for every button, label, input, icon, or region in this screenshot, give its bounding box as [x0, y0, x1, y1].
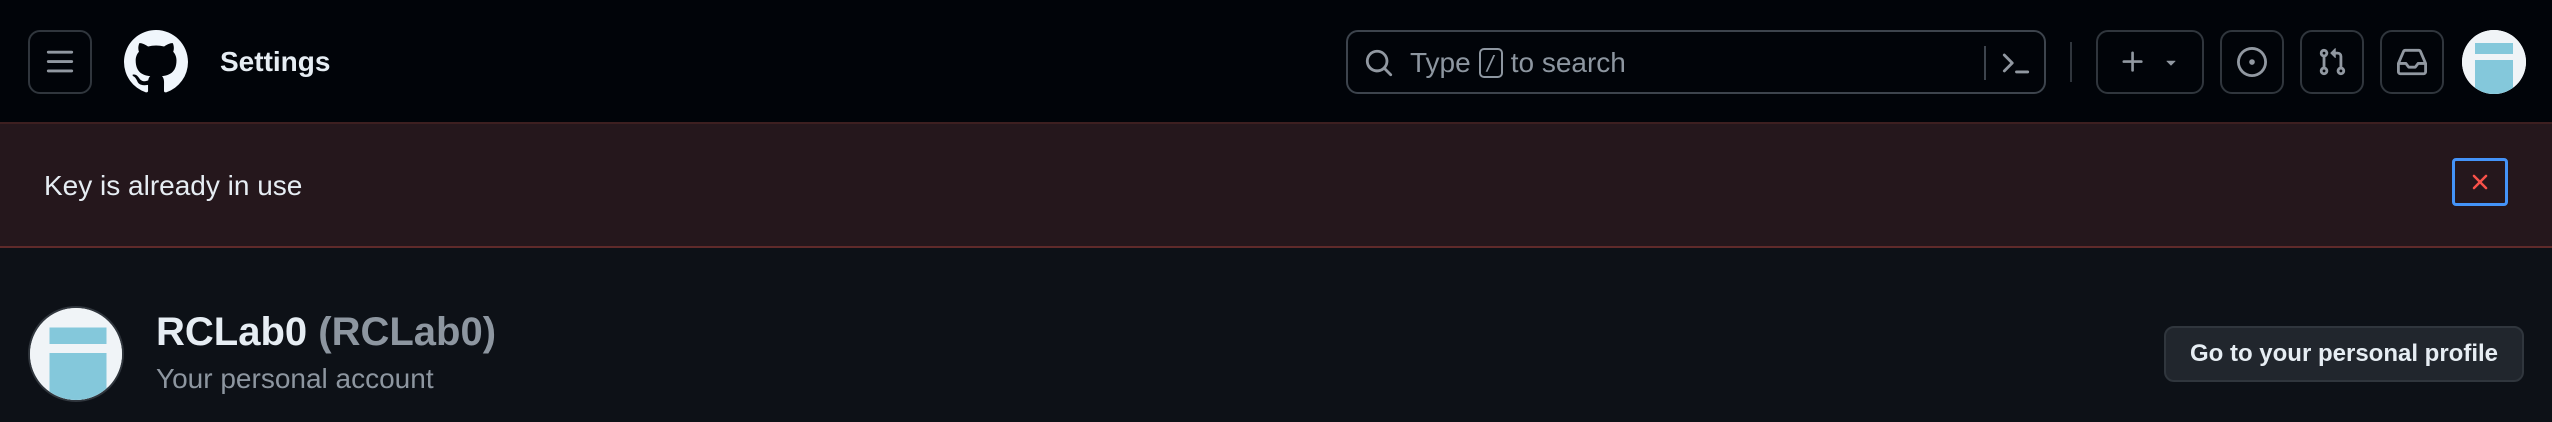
open-menu-button[interactable] — [28, 30, 92, 94]
x-icon — [2472, 174, 2488, 190]
account-avatar — [28, 306, 124, 402]
account-display-name[interactable]: RCLab0 — [156, 310, 307, 354]
issues-button[interactable] — [2220, 30, 2284, 94]
plus-icon — [2122, 51, 2143, 72]
inbox-icon — [2397, 48, 2427, 76]
search-placeholder-prefix: Type — [1410, 47, 1471, 78]
account-subtitle: Your personal account — [156, 363, 434, 394]
search-input[interactable]: Type / to search — [1346, 30, 2046, 94]
command-palette-button[interactable] — [2000, 48, 2032, 78]
header-divider — [2070, 42, 2072, 82]
triangle-down-icon — [2166, 60, 2176, 66]
account-name-heading: RCLab0 (RCLab0) — [156, 308, 496, 356]
go-to-profile-button[interactable]: Go to your personal profile — [2164, 326, 2524, 382]
account-login: (RCLab0) — [318, 310, 497, 354]
search-placeholder-suffix: to search — [1510, 47, 1626, 78]
inbox-button[interactable] — [2380, 30, 2444, 94]
git-pull-request-icon — [2319, 48, 2346, 76]
github-mark-icon — [124, 30, 188, 93]
search-divider — [1984, 46, 1986, 80]
dismiss-flash-button[interactable] — [2452, 158, 2508, 206]
hamburger-icon — [46, 50, 74, 73]
flash-error-banner: Key is already in use — [0, 124, 2552, 248]
create-new-button[interactable] — [2096, 30, 2204, 94]
github-home-link[interactable] — [122, 28, 190, 96]
issue-opened-icon — [2237, 47, 2267, 77]
search-placeholder: Type / to search — [1410, 46, 1626, 80]
identicon-avatar — [2462, 30, 2526, 94]
search-icon — [1364, 48, 1394, 78]
search-shortcut-key: / — [1478, 48, 1503, 78]
user-avatar-button[interactable] — [2462, 30, 2526, 94]
identicon-avatar-large — [30, 308, 122, 400]
global-header: Settings Type / to search — [0, 0, 2552, 124]
command-palette-icon — [2002, 53, 2030, 74]
pull-requests-button[interactable] — [2300, 30, 2364, 94]
flash-message: Key is already in use — [44, 170, 303, 201]
context-title[interactable]: Settings — [220, 44, 330, 80]
